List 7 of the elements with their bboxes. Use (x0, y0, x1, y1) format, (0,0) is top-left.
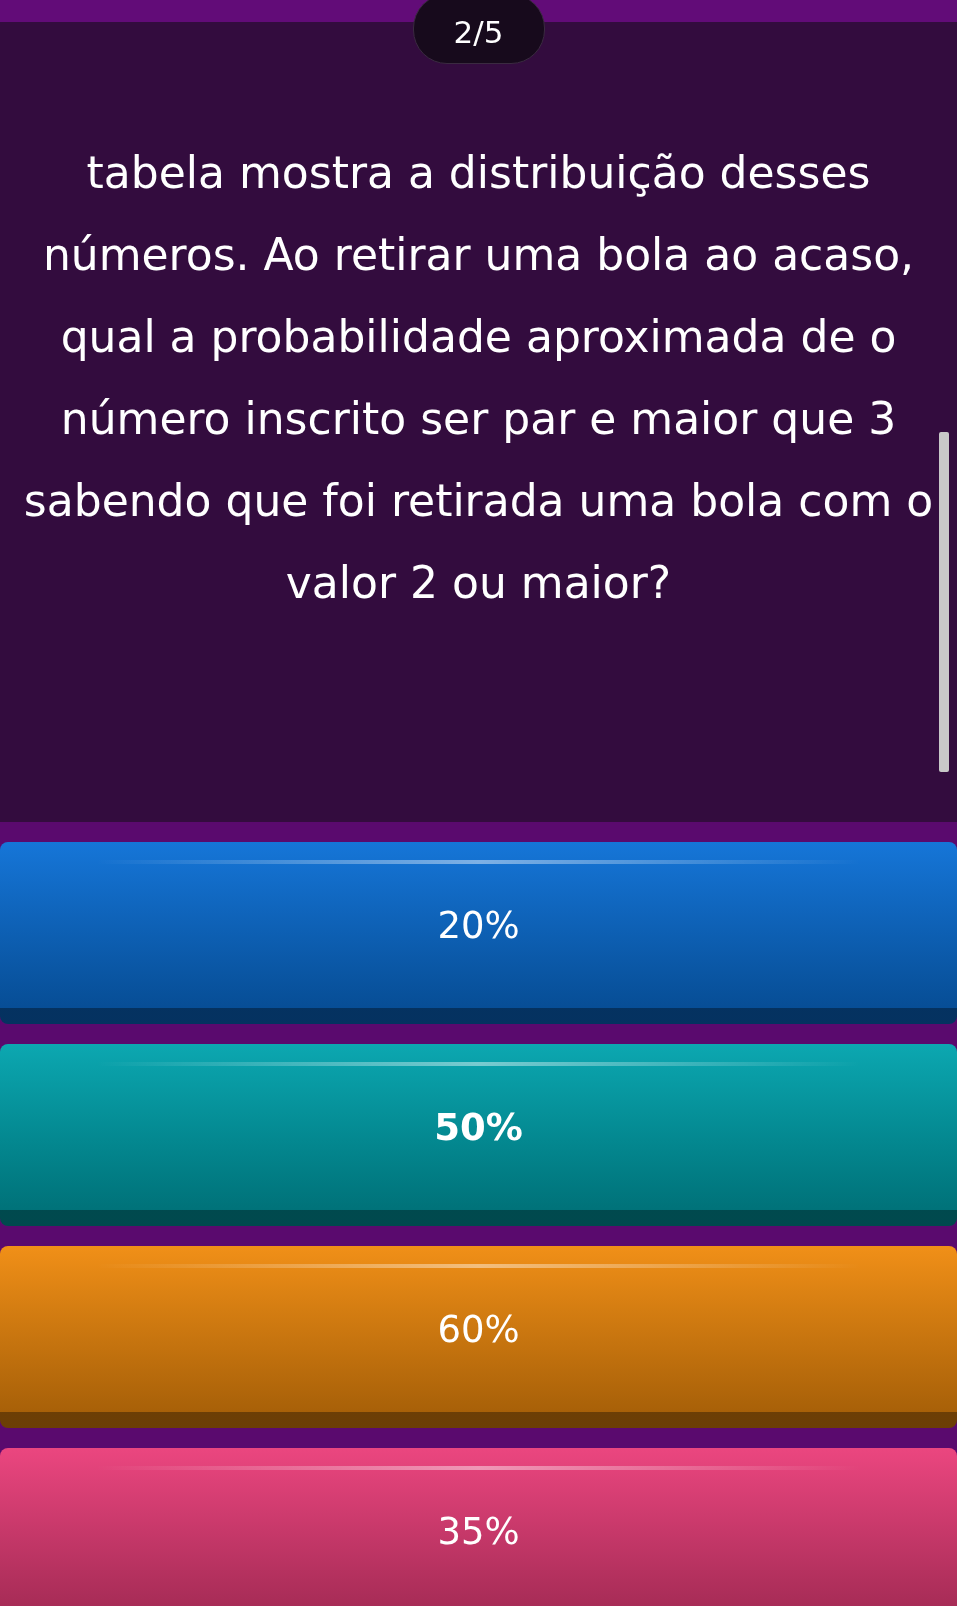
answer-button[interactable]: 20% (0, 842, 957, 1024)
answer-button[interactable]: 50% (0, 1044, 957, 1226)
answer-button[interactable]: 60% (0, 1246, 957, 1428)
answer-button[interactable]: 35% (0, 1448, 957, 1606)
scrollbar[interactable] (939, 432, 949, 772)
question-text: tabela mostra a distribuição desses números. Ao retirar uma bola ao acaso, qual a probabilidade aproximada de o número inscrito ser par e maior que 3 sabendo que foi retirada uma bola com o valor 2 ou maior? (22, 146, 935, 610)
question-counter: 2/5 (412, 0, 545, 64)
